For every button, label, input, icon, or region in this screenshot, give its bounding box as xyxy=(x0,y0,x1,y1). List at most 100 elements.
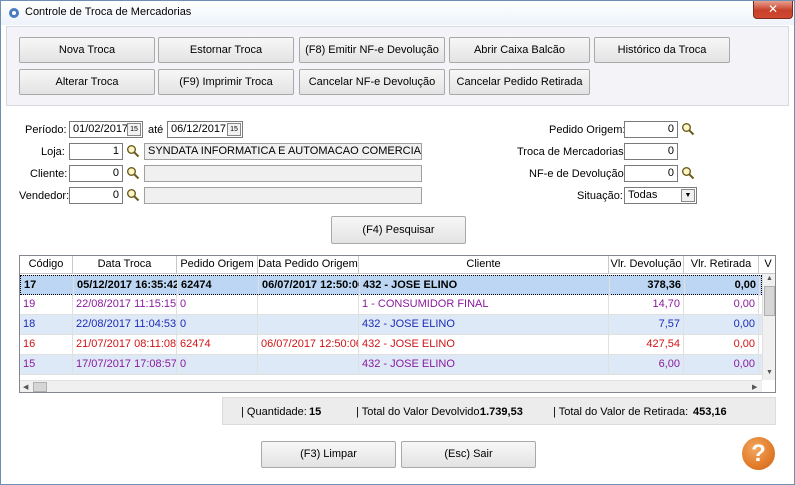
table-cell-cliente: 432 - JOSE ELINO xyxy=(360,276,610,296)
table-cell-cliente: 432 - JOSE ELINO xyxy=(359,335,609,355)
table-cell-devolucao: 378,36 xyxy=(610,276,685,296)
column-header[interactable]: Pedido Origem xyxy=(177,256,258,274)
situacao-select[interactable]: Todas ▼ xyxy=(624,187,697,204)
column-header[interactable]: Data Pedido Origem xyxy=(258,256,359,274)
periodo-start-field[interactable]: 01/02/2017 15 xyxy=(69,121,143,138)
table-row[interactable]: 17 05/12/2017 16:35:42 62474 06/07/2017 12:… xyxy=(20,275,762,296)
scroll-thumb[interactable] xyxy=(764,286,775,316)
scroll-right-icon[interactable]: ▶ xyxy=(752,383,757,391)
table-cell-data-pedido xyxy=(258,295,359,315)
table-cell-codigo: 16 xyxy=(20,335,73,355)
table-row[interactable]: 15 17/07/2017 17:08:57 0 432 - JOSE ELINO 6,… xyxy=(20,355,762,375)
table-cell-pedido: 62474 xyxy=(177,335,258,355)
periodo-end-field[interactable]: 06/12/2017 15 xyxy=(167,121,243,138)
table-cell-cliente: 432 - JOSE ELINO xyxy=(359,355,609,375)
imprimir-troca-button[interactable]: (F9) Imprimir Troca xyxy=(158,69,294,95)
table-row[interactable]: 16 21/07/2017 08:11:08 62474 06/07/2017 12:… xyxy=(20,335,762,355)
chevron-down-icon[interactable]: ▼ xyxy=(681,189,695,202)
periodo-end-value: 06/12/2017 xyxy=(171,123,227,135)
alterar-troca-button[interactable]: Alterar Troca xyxy=(19,69,155,95)
scroll-up-icon[interactable]: ▲ xyxy=(766,275,773,282)
table-cell-cliente: 1 - CONSUMIDOR FINAL xyxy=(359,295,609,315)
situacao-value: Todas xyxy=(628,189,658,201)
table-cell-data-pedido xyxy=(258,355,359,375)
table-cell-codigo: 19 xyxy=(20,295,73,315)
limpar-button[interactable]: (F3) Limpar xyxy=(261,441,396,468)
table-cell-retirada: 0,00 xyxy=(684,315,759,335)
historico-troca-button[interactable]: Histórico da Troca xyxy=(594,37,730,63)
table-cell-devolucao: 427,54 xyxy=(609,335,684,355)
column-header[interactable]: Vlr. Devolução xyxy=(609,256,684,274)
table-cell-devolucao: 7,57 xyxy=(609,315,684,335)
search-icon[interactable] xyxy=(126,188,140,202)
loja-label: Loja: xyxy=(41,146,65,158)
vertical-scrollbar[interactable]: ▲ ▼ xyxy=(762,274,775,380)
table-cell-data: 05/12/2017 16:35:42 xyxy=(74,276,178,296)
loja-code-field[interactable]: 1 xyxy=(69,143,123,160)
total-devolvido-value: 1.739,53 xyxy=(480,406,523,418)
column-header[interactable]: Data Troca xyxy=(73,256,177,274)
emitir-nfe-devolucao-button[interactable]: (F8) Emitir NF-e Devolução xyxy=(299,37,445,63)
column-header[interactable]: Vlr. Retirada xyxy=(684,256,759,274)
table-row[interactable]: 19 22/08/2017 11:15:15 0 1 - CONSUMIDOR FIN… xyxy=(20,295,762,315)
help-icon[interactable]: ? xyxy=(742,437,775,470)
total-retirada-value: 453,16 xyxy=(693,406,727,418)
table-cell-retirada: 0,00 xyxy=(684,335,759,355)
search-icon[interactable] xyxy=(681,122,695,136)
table-cell-devolucao: 14,70 xyxy=(609,295,684,315)
vendedor-code-field[interactable]: 0 xyxy=(69,187,123,204)
quantidade-value: 15 xyxy=(309,406,322,418)
scroll-left-icon[interactable]: ◀ xyxy=(23,383,28,391)
table-cell-retirada: 0,00 xyxy=(685,276,760,296)
main-window: Controle de Troca de Mercadorias ✕ Nova … xyxy=(0,0,795,485)
cancelar-nfe-devolucao-button[interactable]: Cancelar NF-e Devolução xyxy=(299,69,445,95)
table-cell-data: 22/08/2017 11:04:53 xyxy=(73,315,177,335)
nova-troca-button[interactable]: Nova Troca xyxy=(19,37,155,63)
column-header[interactable]: Código xyxy=(20,256,73,274)
troca-mercadorias-label: Troca de Mercadorias: xyxy=(517,146,627,158)
table-cell-pedido: 0 xyxy=(177,295,258,315)
table-cell-data-pedido: 06/07/2017 12:50:06 xyxy=(259,276,360,296)
nfe-devolucao-field[interactable]: 0 xyxy=(624,165,678,182)
table-cell-codigo: 18 xyxy=(20,315,73,335)
estornar-troca-button[interactable]: Estornar Troca xyxy=(158,37,294,63)
cliente-label: Cliente: xyxy=(30,168,68,180)
column-header[interactable]: Cliente xyxy=(359,256,609,274)
abrir-caixa-balcao-button[interactable]: Abrir Caixa Balcão xyxy=(449,37,590,63)
calendar-icon[interactable]: 15 xyxy=(227,123,241,136)
situacao-label: Situação: xyxy=(577,190,623,202)
table-cell-pedido: 0 xyxy=(177,315,258,335)
pesquisar-button[interactable]: (F4) Pesquisar xyxy=(331,216,466,244)
table-cell-data-pedido: 06/07/2017 12:50:06 xyxy=(258,335,359,355)
table-cell-retirada: 0,00 xyxy=(684,295,759,315)
calendar-icon[interactable]: 15 xyxy=(127,123,141,136)
column-header[interactable]: V xyxy=(759,256,775,274)
table-cell-codigo: 15 xyxy=(20,355,73,375)
search-icon[interactable] xyxy=(126,144,140,158)
quantidade-label: | Quantidade: xyxy=(241,406,307,418)
table-cell-cliente: 432 - JOSE ELINO xyxy=(359,315,609,335)
cancelar-pedido-retirada-button[interactable]: Cancelar Pedido Retirada xyxy=(449,69,590,95)
nfe-devolucao-label: NF-e de Devolução: xyxy=(529,168,627,180)
pedido-origem-field[interactable]: 0 xyxy=(624,121,678,138)
trocas-table: Código Data Troca Pedido Origem Data Ped… xyxy=(19,255,776,393)
table-cell-data-pedido xyxy=(258,315,359,335)
sair-button[interactable]: (Esc) Sair xyxy=(401,441,536,468)
summary-panel: | Quantidade: 15 | Total do Valor Devolv… xyxy=(222,397,776,425)
table-cell-devolucao: 6,00 xyxy=(609,355,684,375)
troca-mercadorias-field[interactable]: 0 xyxy=(624,143,678,160)
horizontal-scrollbar[interactable]: ◀ ▶ xyxy=(20,380,762,392)
cliente-code-field[interactable]: 0 xyxy=(69,165,123,182)
table-row[interactable]: 18 22/08/2017 11:04:53 0 432 - JOSE ELINO 7,… xyxy=(20,315,762,335)
table-cell-pedido: 62474 xyxy=(178,276,259,296)
periodo-start-value: 01/02/2017 xyxy=(73,123,129,135)
search-icon[interactable] xyxy=(126,166,140,180)
close-button[interactable]: ✕ xyxy=(753,1,793,19)
search-icon[interactable] xyxy=(681,166,695,180)
table-cell-retirada: 0,00 xyxy=(684,355,759,375)
total-devolvido-label: | Total do Valor Devolvido: xyxy=(356,406,483,418)
scroll-thumb[interactable] xyxy=(33,382,47,392)
window-title: Controle de Troca de Mercadorias xyxy=(25,6,192,18)
scroll-down-icon[interactable]: ▼ xyxy=(766,369,773,376)
table-cell-data: 21/07/2017 08:11:08 xyxy=(73,335,177,355)
